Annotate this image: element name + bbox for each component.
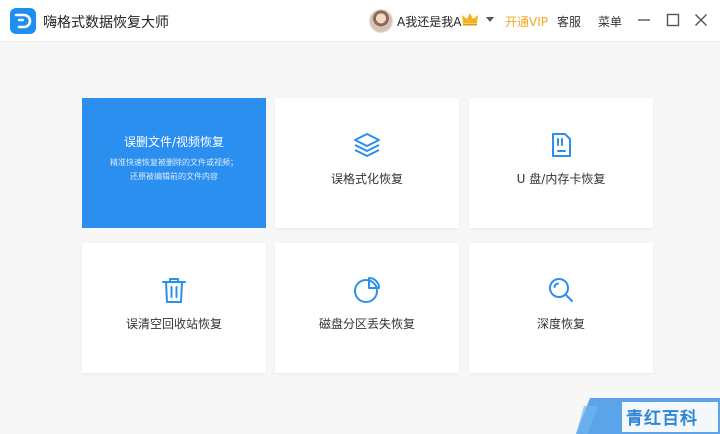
card-deleted-file-video-recovery[interactable]: 误删文件/视频恢复 精准快速恢复被删除的文件或视频； 还原被编辑前的文件内容	[82, 98, 266, 228]
title-bar: 嗨格式数据恢复大师 A我还是我A 开通VIP 客服 菜单	[0, 0, 720, 42]
card-title: 误删文件/视频恢复	[123, 135, 225, 149]
card-label: U 盘/内存卡恢复	[516, 172, 606, 186]
minimize-icon[interactable]	[634, 10, 654, 30]
card-label: 误清空回收站恢复	[125, 317, 222, 331]
card-description: 还原被编辑前的文件内容	[130, 172, 218, 181]
username[interactable]: A我还是我A	[397, 13, 461, 30]
card-usb-memory-card-recovery[interactable]: U 盘/内存卡恢复	[469, 98, 653, 228]
open-vip-link[interactable]: 开通VIP	[505, 13, 548, 30]
avatar[interactable]	[369, 9, 393, 33]
trash-icon	[159, 275, 189, 305]
crown-icon	[461, 11, 479, 27]
app-title: 嗨格式数据恢复大师	[43, 15, 169, 31]
card-label: 深度恢复	[536, 317, 585, 331]
card-label: 误格式化恢复	[330, 172, 403, 186]
chevron-down-icon[interactable]	[486, 17, 494, 22]
layers-icon	[352, 130, 382, 160]
search-icon	[546, 275, 576, 305]
watermark-text: 青红百科	[626, 409, 698, 429]
customer-service-link[interactable]: 客服	[557, 13, 581, 30]
menu-link[interactable]: 菜单	[598, 13, 622, 30]
card-label: 磁盘分区丢失恢复	[318, 317, 415, 331]
sd-card-icon	[546, 130, 576, 160]
card-recycle-bin-recovery[interactable]: 误清空回收站恢复	[82, 243, 266, 373]
maximize-icon[interactable]	[663, 10, 683, 30]
card-description: 精准快速恢复被删除的文件或视频；	[110, 158, 238, 167]
card-deep-recovery[interactable]: 深度恢复	[469, 243, 653, 373]
card-format-recovery[interactable]: 误格式化恢复	[275, 98, 459, 228]
app-logo-icon	[10, 8, 36, 34]
close-icon[interactable]	[691, 10, 711, 30]
pie-chart-icon	[352, 275, 382, 305]
card-partition-loss-recovery[interactable]: 磁盘分区丢失恢复	[275, 243, 459, 373]
